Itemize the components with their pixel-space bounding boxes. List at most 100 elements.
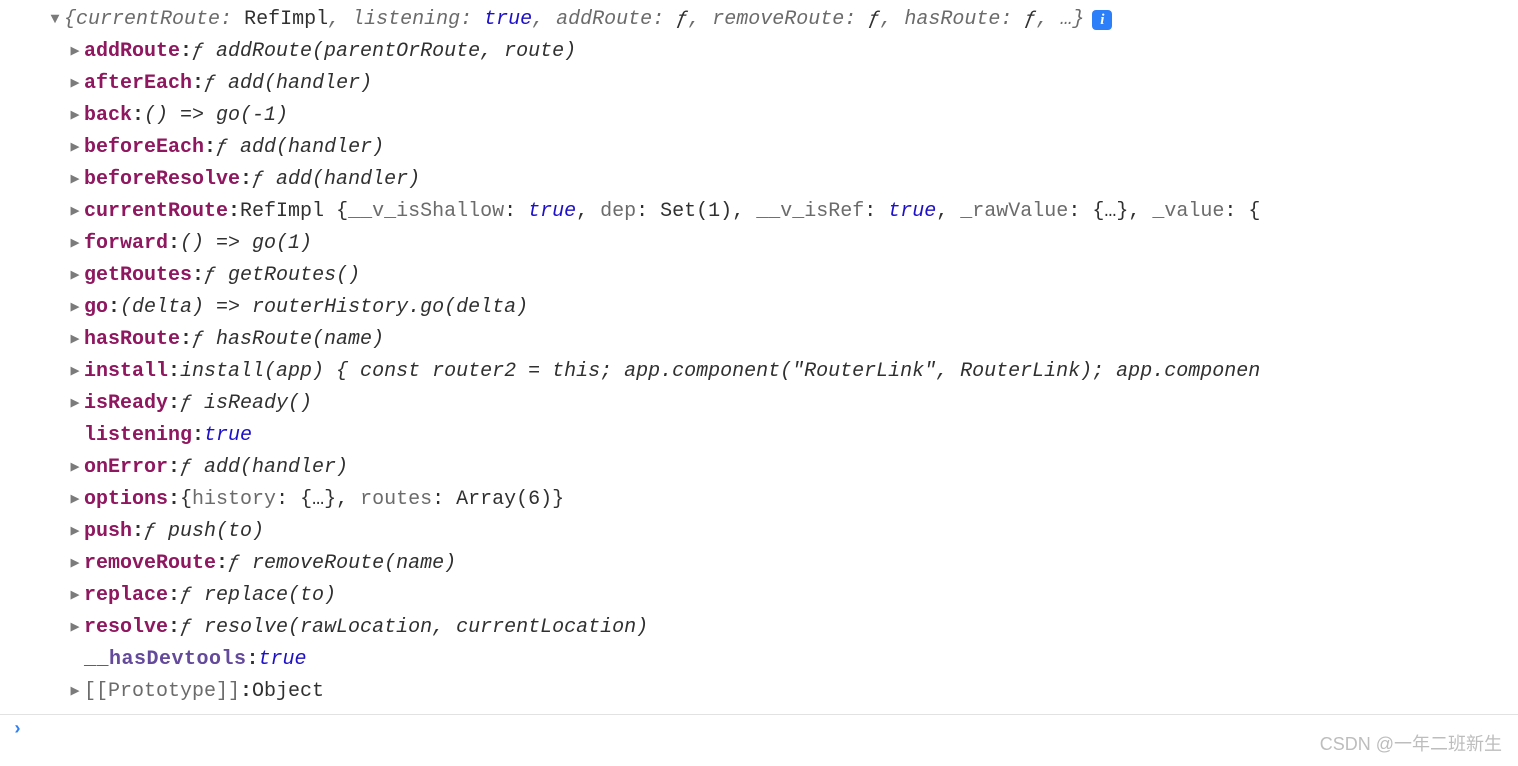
property-key: options (84, 484, 168, 516)
disclosure-triangle-right-icon[interactable] (68, 164, 82, 196)
info-badge-icon[interactable]: i (1092, 10, 1112, 30)
colon: : (240, 164, 252, 196)
colon: : (192, 420, 204, 452)
disclosure-triangle-right-icon[interactable] (68, 356, 82, 388)
disclosure-triangle-right-icon[interactable] (68, 484, 82, 516)
disclosure-triangle-right-icon[interactable] (68, 100, 82, 132)
colon: : (192, 260, 204, 292)
property-row[interactable]: go: (delta) => routerHistory.go(delta) (68, 292, 1518, 324)
property-row[interactable]: listening: true (68, 420, 1518, 452)
disclosure-triangle-right-icon[interactable] (68, 324, 82, 356)
property-key: hasRoute (84, 324, 180, 356)
property-key: removeRoute (84, 548, 216, 580)
property-value-function: ƒ hasRoute(name) (192, 324, 384, 356)
property-key: [[Prototype]] (84, 676, 240, 708)
property-value-function: ƒ addRoute(parentOrRoute, route) (192, 36, 576, 68)
disclosure-triangle-right-icon[interactable] (68, 516, 82, 548)
property-value: RefImpl {__v_isShallow: true, dep: Set(1… (240, 196, 1260, 228)
property-row[interactable]: forward: () => go(1) (68, 228, 1518, 260)
property-key: getRoutes (84, 260, 192, 292)
colon: : (108, 292, 120, 324)
disclosure-triangle-right-icon[interactable] (68, 580, 82, 612)
property-row[interactable]: install: install(app) { const router2 = … (68, 356, 1518, 388)
property-row[interactable]: getRoutes: ƒ getRoutes() (68, 260, 1518, 292)
disclosure-triangle-right-icon[interactable] (68, 132, 82, 164)
property-row[interactable]: replace: ƒ replace(to) (68, 580, 1518, 612)
disclosure-triangle-right-icon[interactable] (68, 452, 82, 484)
object-properties-list: addRoute: ƒ addRoute(parentOrRoute, rout… (48, 36, 1518, 708)
disclosure-triangle-right-icon[interactable] (68, 196, 82, 228)
property-key: onError (84, 452, 168, 484)
colon: : (132, 516, 144, 548)
property-row[interactable]: beforeResolve: ƒ add(handler) (68, 164, 1518, 196)
property-row[interactable]: hasRoute: ƒ hasRoute(name) (68, 324, 1518, 356)
property-value-function: ƒ resolve(rawLocation, currentLocation) (180, 612, 648, 644)
property-value-function: (delta) => routerHistory.go(delta) (120, 292, 528, 324)
property-value-function: install(app) { const router2 = this; app… (180, 356, 1260, 388)
property-value-function: ƒ push(to) (144, 516, 264, 548)
property-key: resolve (84, 612, 168, 644)
colon: : (180, 324, 192, 356)
property-value-function: ƒ add(handler) (204, 68, 372, 100)
disclosure-triangle-down-icon[interactable] (48, 4, 62, 36)
property-key: forward (84, 228, 168, 260)
property-row[interactable]: back: () => go(-1) (68, 100, 1518, 132)
object-summary-row[interactable]: {currentRoute: RefImpl, listening: true,… (48, 4, 1518, 36)
colon: : (192, 68, 204, 100)
property-row[interactable]: removeRoute: ƒ removeRoute(name) (68, 548, 1518, 580)
property-value-function: ƒ removeRoute(name) (228, 548, 456, 580)
colon: : (228, 196, 240, 228)
disclosure-triangle-right-icon[interactable] (68, 676, 82, 708)
colon: : (180, 36, 192, 68)
property-value-function: () => go(1) (180, 228, 312, 260)
disclosure-triangle-right-icon[interactable] (68, 548, 82, 580)
property-row[interactable]: isReady: ƒ isReady() (68, 388, 1518, 420)
property-key: beforeEach (84, 132, 204, 164)
colon: : (216, 548, 228, 580)
property-row[interactable]: push: ƒ push(to) (68, 516, 1518, 548)
property-row[interactable]: beforeEach: ƒ add(handler) (68, 132, 1518, 164)
colon: : (247, 644, 259, 676)
property-value: Object (252, 676, 324, 708)
colon: : (168, 452, 180, 484)
property-value-function: ƒ add(handler) (180, 452, 348, 484)
disclosure-triangle-right-icon[interactable] (68, 228, 82, 260)
property-key: addRoute (84, 36, 180, 68)
disclosure-triangle-right-icon[interactable] (68, 612, 82, 644)
watermark: CSDN @一年二班新生 (1320, 728, 1502, 760)
property-row[interactable]: onError: ƒ add(handler) (68, 452, 1518, 484)
property-value: true (259, 644, 307, 676)
property-key: __hasDevtools (84, 644, 247, 676)
console-input-row[interactable]: › (0, 715, 1518, 745)
property-row[interactable]: options: {history: {…}, routes: Array(6)… (68, 484, 1518, 516)
colon: : (168, 228, 180, 260)
property-value: {history: {…}, routes: Array(6)} (180, 484, 564, 516)
object-summary: {currentRoute: RefImpl, listening: true,… (64, 4, 1084, 36)
property-key: replace (84, 580, 168, 612)
property-value-function: () => go(-1) (144, 100, 288, 132)
property-row[interactable]: afterEach: ƒ add(handler) (68, 68, 1518, 100)
property-row[interactable]: [[Prototype]]: Object (68, 676, 1518, 708)
property-key: isReady (84, 388, 168, 420)
property-row[interactable]: currentRoute: RefImpl {__v_isShallow: tr… (68, 196, 1518, 228)
colon: : (168, 612, 180, 644)
colon: : (240, 676, 252, 708)
property-value-function: ƒ add(handler) (252, 164, 420, 196)
property-row[interactable]: __hasDevtools: true (68, 644, 1518, 676)
property-key: go (84, 292, 108, 324)
colon: : (132, 100, 144, 132)
property-key: install (84, 356, 168, 388)
property-row[interactable]: resolve: ƒ resolve(rawLocation, currentL… (68, 612, 1518, 644)
disclosure-triangle-right-icon[interactable] (68, 388, 82, 420)
property-key: listening (84, 420, 192, 452)
disclosure-triangle-right-icon[interactable] (68, 292, 82, 324)
property-row[interactable]: addRoute: ƒ addRoute(parentOrRoute, rout… (68, 36, 1518, 68)
disclosure-triangle-right-icon[interactable] (68, 68, 82, 100)
disclosure-triangle-right-icon[interactable] (68, 36, 82, 68)
colon: : (168, 484, 180, 516)
prompt-chevron-icon: › (12, 714, 23, 746)
property-key: back (84, 100, 132, 132)
disclosure-triangle-right-icon[interactable] (68, 260, 82, 292)
property-value-function: ƒ getRoutes() (204, 260, 360, 292)
colon: : (168, 388, 180, 420)
